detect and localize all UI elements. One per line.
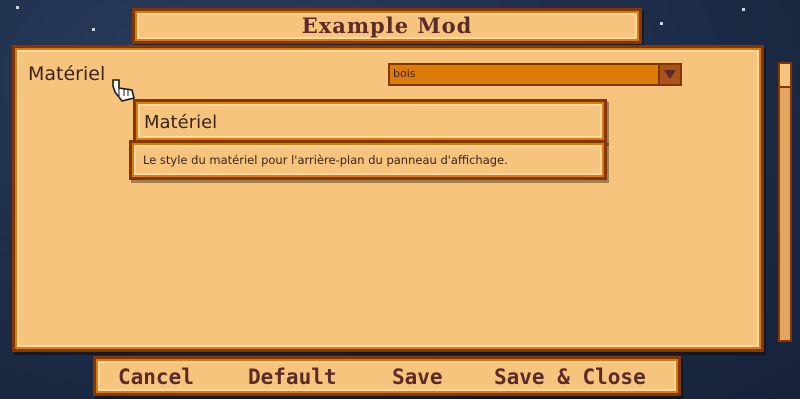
hand-pointer-icon (112, 79, 135, 102)
default-button[interactable]: Default (248, 365, 337, 389)
chevron-down-icon[interactable] (658, 65, 680, 84)
cancel-button[interactable]: Cancel (118, 365, 194, 389)
background-star (660, 22, 663, 25)
tooltip-title-box: Matériel (133, 99, 607, 143)
background-star (742, 8, 745, 11)
tooltip-body-box: Le style du matériel pour l'arrière-plan… (129, 140, 607, 180)
tooltip-title: Matériel (144, 112, 218, 133)
title-bar: Example Mod (132, 8, 642, 44)
material-dropdown[interactable]: bois (388, 63, 682, 86)
option-label-material: Matériel (28, 63, 106, 85)
background-star (92, 28, 95, 31)
background-star (16, 6, 19, 9)
scrollbar-thumb[interactable] (778, 62, 792, 88)
mod-title: Example Mod (301, 13, 473, 38)
tooltip-description: Le style du matériel pour l'arrière-plan… (143, 153, 508, 167)
scrollbar-track[interactable] (778, 62, 792, 342)
save-and-close-button[interactable]: Save & Close (494, 365, 646, 389)
dropdown-selected-value: bois (393, 67, 416, 80)
button-bar: Cancel Default Save Save & Close (93, 356, 681, 396)
save-button[interactable]: Save (392, 365, 443, 389)
